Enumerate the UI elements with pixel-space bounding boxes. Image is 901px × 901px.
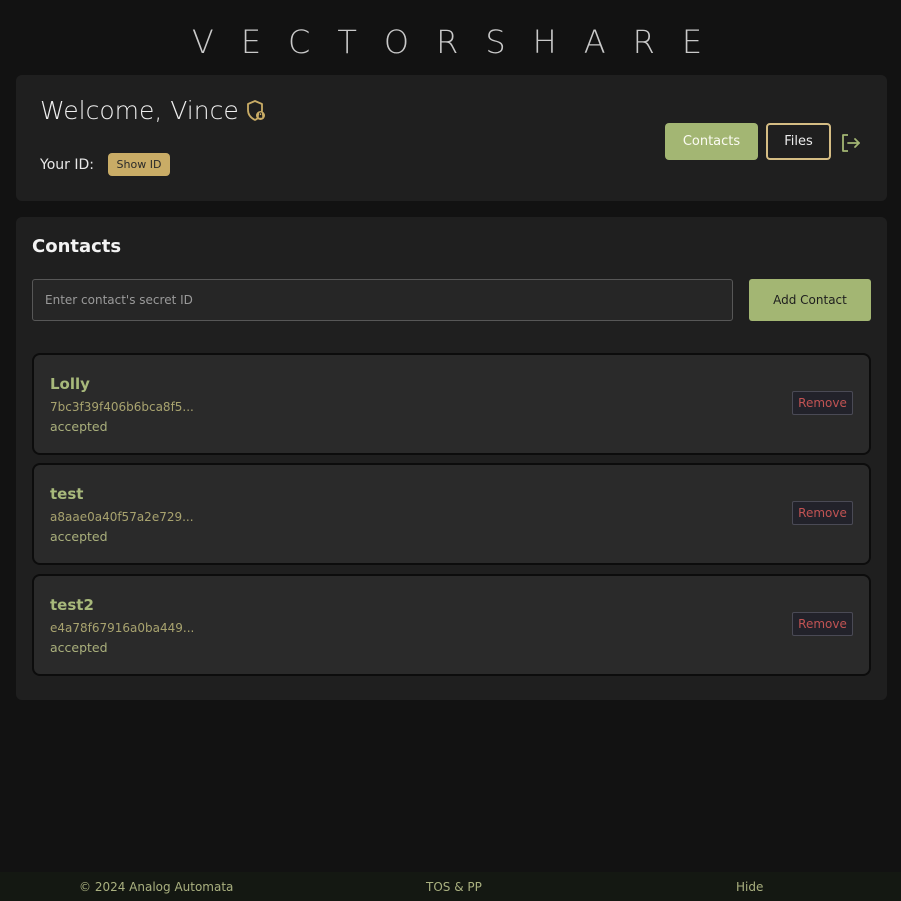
contacts-title: Contacts: [32, 236, 122, 257]
contact-status: accepted: [50, 419, 108, 434]
contact-item: test2 e4a78f67916a0ba449... accepted Rem…: [32, 574, 871, 676]
contact-id: a8aae0a40f57a2e729...: [50, 510, 194, 524]
add-contact-button[interactable]: Add Contact: [749, 279, 871, 321]
shield-lock-icon[interactable]: [246, 99, 268, 123]
remove-contact-button[interactable]: Remove: [792, 501, 853, 525]
contact-name: Lolly: [50, 375, 90, 393]
contact-id: e4a78f67916a0ba449...: [50, 621, 195, 635]
contact-item: test a8aae0a40f57a2e729... accepted Remo…: [32, 463, 871, 565]
footer-tos-link[interactable]: TOS & PP: [426, 879, 482, 895]
footer-copyright: © 2024 Analog Automata: [79, 880, 234, 894]
brand-logo: VECTORSHARE: [191, 23, 730, 61]
contact-status: accepted: [50, 529, 108, 544]
logout-icon[interactable]: [840, 133, 862, 153]
show-id-button[interactable]: Show ID: [108, 153, 170, 176]
contact-id: 7bc3f39f406b6bca8f5...: [50, 400, 194, 414]
nav-contacts-button[interactable]: Contacts: [665, 123, 758, 160]
remove-contact-button[interactable]: Remove: [792, 391, 853, 415]
your-id-label: Your ID:: [40, 157, 94, 173]
footer-hide-link[interactable]: Hide: [736, 879, 763, 895]
contact-item: Lolly 7bc3f39f406b6bca8f5... accepted Re…: [32, 353, 871, 455]
remove-contact-button[interactable]: Remove: [792, 612, 853, 636]
user-header-card: Welcome, Vince Your ID: Show ID Contacts…: [16, 75, 887, 201]
contact-name: test2: [50, 596, 94, 614]
footer: © 2024 Analog Automata TOS & PP Hide: [0, 872, 901, 901]
welcome-title: Welcome, Vince: [40, 96, 239, 125]
secret-id-input[interactable]: [32, 279, 733, 321]
nav-files-button[interactable]: Files: [766, 123, 831, 160]
contacts-panel: Contacts Add Contact Lolly 7bc3f39f406b6…: [16, 217, 887, 700]
contact-status: accepted: [50, 640, 108, 655]
contact-name: test: [50, 485, 84, 503]
